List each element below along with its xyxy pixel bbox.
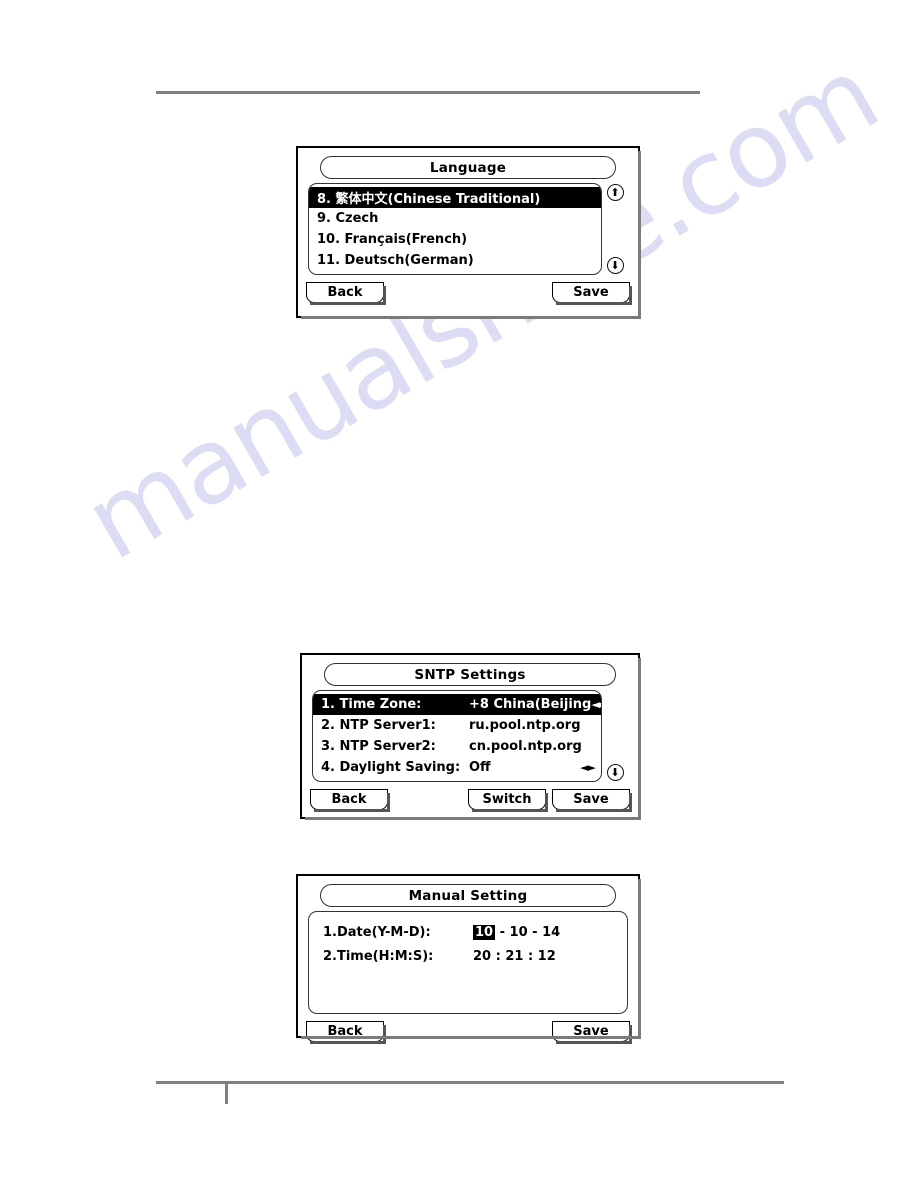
list-item-label: 10. Français(French) bbox=[317, 232, 468, 247]
left-right-arrows-icon[interactable]: ◄► bbox=[591, 698, 601, 711]
lcd-screen-language: Language 8. 繁体中文(Chinese Traditional) 9.… bbox=[296, 146, 641, 319]
back-button[interactable]: Back bbox=[306, 1021, 386, 1044]
lcd-screen-sntp: SNTP Settings 1. Time Zone: +8 China(Bei… bbox=[300, 653, 641, 820]
manual-body: 1.Date(Y-M-D): 10 - 10 - 14 2.Time(H:M:S… bbox=[308, 911, 628, 1014]
save-button[interactable]: Save bbox=[552, 789, 632, 812]
screen-title-language: Language bbox=[320, 156, 616, 179]
sntp-row-daylight-saving[interactable]: 4. Daylight Saving: Off ◄► bbox=[313, 757, 601, 778]
manual-blank-row bbox=[315, 968, 627, 989]
row-value: cn.pool.ntp.org bbox=[469, 739, 582, 754]
sntp-body: 1. Time Zone: +8 China(Beijing ◄► 2. NTP… bbox=[312, 690, 628, 782]
screen-title-manual: Manual Setting bbox=[320, 884, 616, 907]
list-item-label: 9. Czech bbox=[317, 211, 379, 226]
row-label: 2. NTP Server1: bbox=[321, 718, 436, 733]
sntp-row-ntp-server2[interactable]: 3. NTP Server2: cn.pool.ntp.org bbox=[313, 736, 601, 757]
language-scrollbar[interactable]: ⬆ ⬇ bbox=[602, 183, 628, 275]
row-label: 1. Time Zone: bbox=[321, 697, 422, 712]
row-value: Off bbox=[469, 760, 491, 775]
list-item[interactable]: 9. Czech bbox=[309, 208, 601, 229]
page-footer-tick bbox=[225, 1084, 228, 1104]
list-item-label: 11. Deutsch(German) bbox=[317, 253, 474, 268]
back-button[interactable]: Back bbox=[306, 282, 386, 305]
switch-button[interactable]: Switch bbox=[468, 789, 548, 812]
left-right-arrows-icon[interactable]: ◄► bbox=[580, 761, 596, 774]
save-button[interactable]: Save bbox=[552, 1021, 632, 1044]
page-header-rule bbox=[156, 91, 700, 94]
screen-title-sntp: SNTP Settings bbox=[324, 663, 616, 686]
back-button[interactable]: Back bbox=[310, 789, 390, 812]
date-year-value: 10 bbox=[473, 924, 496, 940]
save-button[interactable]: Save bbox=[552, 282, 632, 305]
date-year-field[interactable]: 10 - 10 - 14 bbox=[473, 924, 561, 940]
sntp-scrollbar[interactable]: ⬇ bbox=[602, 690, 628, 782]
list-item-label: 8. 繁体中文(Chinese Traditional) bbox=[317, 192, 541, 207]
row-value: +8 China(Beijing bbox=[469, 697, 592, 712]
manual-row-date[interactable]: 1.Date(Y-M-D): 10 - 10 - 14 bbox=[315, 920, 627, 944]
sntp-row-time-zone[interactable]: 1. Time Zone: +8 China(Beijing ◄► bbox=[313, 694, 601, 715]
lcd-screen-manual: Manual Setting 1.Date(Y-M-D): 10 - 10 - … bbox=[296, 874, 641, 1044]
sntp-softkeys: Back Switch Save bbox=[310, 787, 632, 812]
language-body: 8. 繁体中文(Chinese Traditional) 9. Czech 10… bbox=[308, 183, 628, 275]
list-item[interactable]: 8. 繁体中文(Chinese Traditional) bbox=[309, 187, 601, 208]
scroll-down-icon[interactable]: ⬇ bbox=[606, 257, 624, 274]
row-label: 4. Daylight Saving: bbox=[321, 760, 461, 775]
date-rest-value: - 10 - 14 bbox=[495, 924, 561, 940]
sntp-row-ntp-server1[interactable]: 2. NTP Server1: ru.pool.ntp.org bbox=[313, 715, 601, 736]
row-label: 1.Date(Y-M-D): bbox=[323, 924, 431, 940]
manual-softkeys: Back Save bbox=[306, 1019, 632, 1044]
list-item[interactable]: 11. Deutsch(German) bbox=[309, 250, 601, 271]
row-value: ru.pool.ntp.org bbox=[469, 718, 581, 733]
time-value: 20 : 21 : 12 bbox=[473, 948, 556, 964]
manual-blank-row bbox=[315, 989, 627, 1010]
scroll-down-icon[interactable]: ⬇ bbox=[606, 764, 624, 781]
manual-row-time[interactable]: 2.Time(H:M:S): 20 : 21 : 12 bbox=[315, 944, 627, 968]
language-list[interactable]: 8. 繁体中文(Chinese Traditional) 9. Czech 10… bbox=[308, 183, 602, 275]
page-footer-rule bbox=[156, 1081, 784, 1084]
scroll-up-icon[interactable]: ⬆ bbox=[606, 184, 624, 201]
manual-list[interactable]: 1.Date(Y-M-D): 10 - 10 - 14 2.Time(H:M:S… bbox=[308, 911, 628, 1014]
row-label: 2.Time(H:M:S): bbox=[323, 948, 434, 964]
sntp-list[interactable]: 1. Time Zone: +8 China(Beijing ◄► 2. NTP… bbox=[312, 690, 602, 782]
language-softkeys: Back Save bbox=[306, 280, 632, 305]
row-label: 3. NTP Server2: bbox=[321, 739, 436, 754]
list-item[interactable]: 10. Français(French) bbox=[309, 229, 601, 250]
